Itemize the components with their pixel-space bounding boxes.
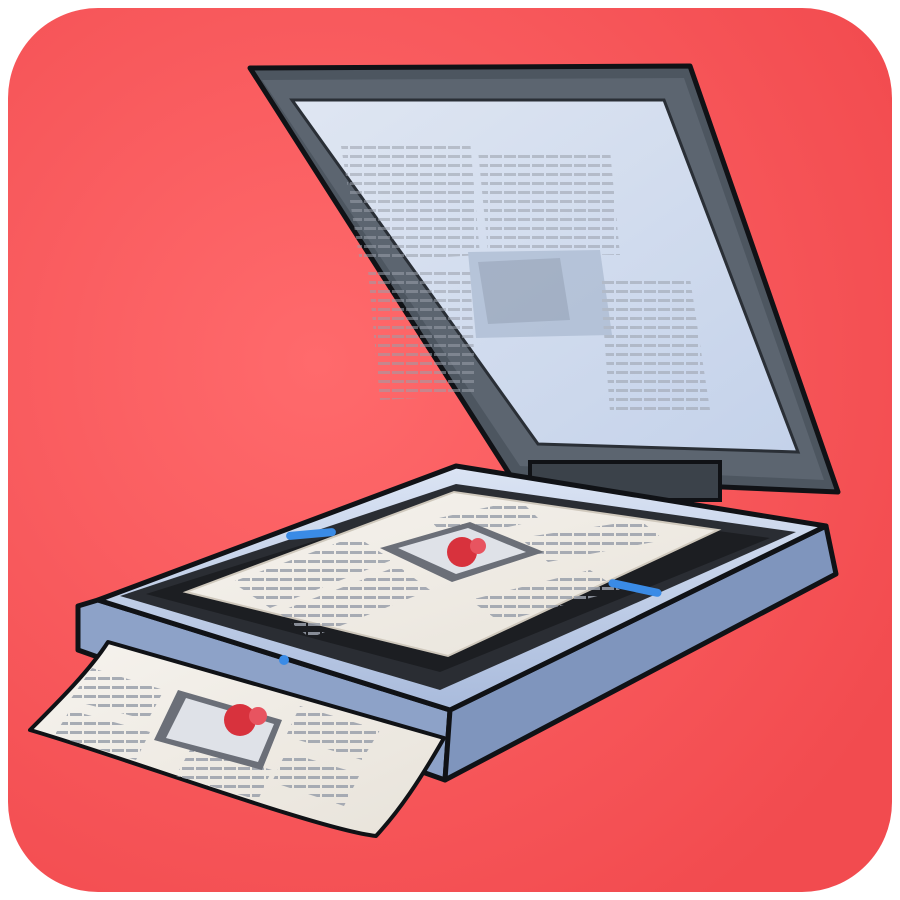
- app-icon: [0, 0, 900, 900]
- power-indicator: [279, 655, 289, 665]
- scanner-icon: [8, 8, 892, 892]
